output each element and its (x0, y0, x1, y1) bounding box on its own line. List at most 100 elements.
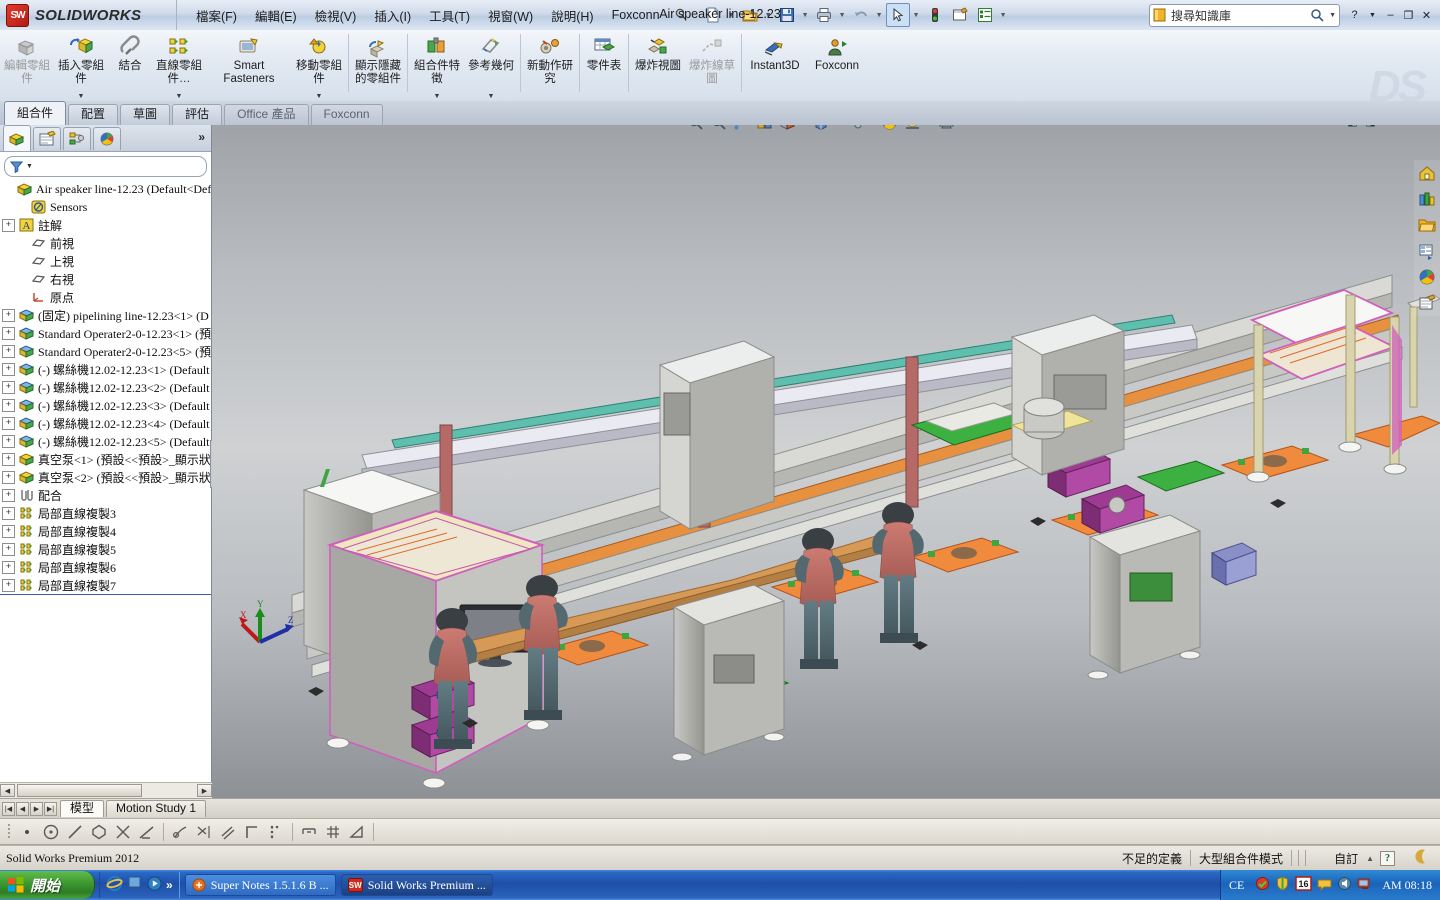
panel-tab-feature-manager[interactable] (3, 125, 31, 151)
tree-item-screw-machine-5[interactable]: + (-) 螺絲機12.02-12.23<5> (Default (0, 432, 211, 450)
tree-expand-icon[interactable]: + (2, 488, 15, 502)
add-relation-icon[interactable] (346, 821, 368, 843)
tree-expand-icon[interactable]: + (2, 470, 15, 484)
undo-caret-icon[interactable]: ▼ (874, 4, 885, 26)
tree-item-sensors[interactable]: Sensors (0, 198, 211, 216)
start-button[interactable]: 開始 (0, 871, 95, 899)
close-doc-icon[interactable]: ✕ (1417, 125, 1432, 129)
show-desktop-icon[interactable] (126, 875, 143, 895)
ribbon-insert-component[interactable]: 插入零組件 ▼ (54, 30, 108, 101)
ribbon-smart-fasteners[interactable]: Smart Fasteners (206, 30, 292, 101)
file-properties-caret-icon[interactable]: ▼ (998, 4, 1009, 26)
menu-file[interactable]: 檔案(F) (187, 3, 246, 28)
mirror-entities-icon[interactable] (193, 821, 215, 843)
edit-appearance-icon[interactable] (878, 125, 900, 133)
scroll-right-arrow-icon[interactable]: ▶ (197, 784, 212, 797)
tree-expand-icon[interactable]: + (2, 218, 15, 232)
apply-scene-caret-icon[interactable]: ▼ (924, 125, 934, 133)
bottom-tab-model[interactable]: 模型 (60, 800, 105, 817)
tree-expand-icon[interactable]: + (2, 452, 15, 466)
view-palette-icon[interactable] (1414, 238, 1440, 264)
ribbon-show-hidden-components[interactable]: 顯示隱藏的零組件 (351, 30, 405, 101)
ribbon-mate[interactable]: 結合 (108, 30, 152, 101)
options-icon[interactable] (948, 3, 972, 27)
tree-expand-icon[interactable]: + (2, 416, 15, 430)
scroll-left-arrow-icon[interactable]: ◀ (0, 784, 15, 797)
bottom-tab-motion-study-1[interactable]: Motion Study 1 (106, 800, 207, 817)
offset-entities-icon[interactable] (169, 821, 191, 843)
search-caret-icon[interactable]: ▼ (1329, 12, 1336, 19)
tree-expand-icon[interactable]: + (2, 578, 15, 592)
quick-launch-more-icon[interactable]: » (166, 878, 173, 892)
restore-doc-icon[interactable]: ❐ (1399, 125, 1414, 129)
tray-message-icon[interactable] (1317, 876, 1332, 894)
ribbon-exploded-view[interactable]: 爆炸視圖 (631, 30, 685, 101)
save-icon[interactable] (775, 3, 799, 27)
tree-root-assembly[interactable]: Air speaker line-12.23 (Default<Defaul (0, 180, 211, 198)
feature-tree-filter[interactable]: ▼ (4, 156, 207, 177)
panel-tab-display-manager[interactable] (93, 126, 121, 150)
ribbon-linear-pattern-caret-icon[interactable]: ▼ (176, 93, 183, 100)
design-library-icon[interactable] (1414, 186, 1440, 212)
help-button[interactable]: ? (1346, 7, 1363, 24)
menu-view[interactable]: 檢視(V) (306, 3, 366, 28)
taskbar-task-solidworks[interactable]: SW Solid Works Premium ... (340, 874, 493, 896)
minimize-doc-icon[interactable]: – (1381, 125, 1396, 129)
tab-assembly[interactable]: 組合件 (4, 101, 67, 125)
menu-foxconn[interactable]: Foxconn (603, 5, 669, 25)
tree-item-vacuum-pump-2[interactable]: + 真空泵<2> (預設<<預設>_顯示狀 (0, 468, 211, 486)
tab-nav-next-icon[interactable]: ▶ (30, 801, 43, 816)
tree-item-operator-1[interactable]: + Standard Operater2-0-12.23<1> (預 (0, 324, 211, 342)
appearances-scenes-icon[interactable] (1414, 264, 1440, 290)
tree-expand-icon[interactable]: + (2, 326, 15, 340)
select-pointer-icon[interactable] (885, 3, 910, 27)
close-button[interactable]: ✕ (1418, 7, 1435, 24)
tray-clock[interactable]: AM 08:18 (1378, 878, 1432, 893)
tray-calendar-icon[interactable]: 16 (1295, 876, 1313, 894)
tray-volume-icon[interactable] (1337, 876, 1352, 894)
tab-nav-last-icon[interactable]: ▶| (44, 801, 57, 816)
view-orientation-caret-icon[interactable]: ▼ (799, 125, 809, 133)
hide-show-caret-icon[interactable]: ▼ (867, 125, 877, 133)
view-orientation-icon[interactable] (776, 125, 798, 133)
ribbon-foxconn[interactable]: Foxconn (806, 30, 868, 101)
tree-item-screw-machine-4[interactable]: + (-) 螺絲機12.02-12.23<4> (Default (0, 414, 211, 432)
grid-settings-icon[interactable] (322, 821, 344, 843)
tray-antivirus-icon[interactable] (1255, 876, 1270, 894)
circle-icon[interactable] (40, 821, 62, 843)
design-library-home-icon[interactable] (1414, 160, 1440, 186)
tab-evaluate[interactable]: 評估 (172, 104, 223, 125)
tab-layout[interactable]: 配置 (68, 104, 119, 125)
smart-dimension-icon[interactable] (136, 821, 158, 843)
pin-menu-icon[interactable] (671, 5, 691, 25)
tile-left-icon[interactable]: ◧ (1345, 125, 1360, 129)
section-view-icon[interactable] (753, 125, 775, 133)
print-caret-icon[interactable]: ▼ (837, 4, 848, 26)
display-delete-relations-icon[interactable] (298, 821, 320, 843)
save-caret-icon[interactable]: ▼ (800, 4, 811, 26)
ribbon-move-component-caret-icon[interactable]: ▼ (316, 93, 323, 100)
tray-ime-indicator[interactable]: CE (1229, 878, 1250, 893)
menu-edit[interactable]: 編輯(E) (246, 3, 306, 28)
ribbon-assembly-features-caret-icon[interactable]: ▼ (434, 93, 441, 100)
tree-item-local-linear-pattern-6[interactable]: + 局部直線複製6 (0, 558, 211, 576)
ribbon-linear-component-pattern[interactable]: 直線零組件… ▼ (152, 30, 206, 101)
status-customize[interactable]: 自訂 (1326, 850, 1366, 867)
tab-nav-first-icon[interactable]: |◀ (2, 801, 15, 816)
menu-help[interactable]: 說明(H) (542, 3, 602, 28)
tree-item-screw-machine-2[interactable]: + (-) 螺絲機12.02-12.23<2> (Default (0, 378, 211, 396)
tree-expand-icon[interactable]: + (2, 506, 15, 520)
tree-item-top-plane[interactable]: 上視 (0, 252, 211, 270)
apply-scene-icon[interactable] (901, 125, 923, 133)
tree-item-vacuum-pump-1[interactable]: + 真空泵<1> (預設<<預設>_顯示狀 (0, 450, 211, 468)
tree-expand-icon[interactable]: + (2, 542, 15, 556)
tab-sketch[interactable]: 草圖 (120, 104, 171, 125)
polygon-icon[interactable] (88, 821, 110, 843)
point-icon[interactable] (16, 821, 38, 843)
file-explorer-icon[interactable] (1414, 212, 1440, 238)
internet-explorer-icon[interactable] (106, 875, 123, 895)
media-player-icon[interactable] (146, 875, 163, 895)
tile-right-icon[interactable]: ◨ (1363, 125, 1378, 129)
ribbon-reference-geometry[interactable]: 參考幾何 ▼ (464, 30, 518, 101)
display-style-icon[interactable] (810, 125, 832, 133)
